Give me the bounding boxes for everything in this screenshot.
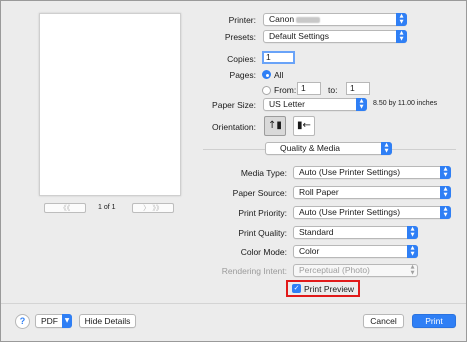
paper-source-label: Paper Source: [232,188,287,198]
print-button[interactable]: Print [412,314,456,328]
stepper-icon: ▲ ▼ [440,166,451,179]
paper-size-value: US Letter [269,99,305,109]
stepper-icon: ▲ ▼ [396,30,407,43]
printer-value: Canon [269,14,295,24]
stepper-icon: ▲ ▼ [407,245,418,258]
orientation-landscape-button[interactable]: ▮← [293,116,315,136]
pages-label: Pages: [229,70,256,80]
footer-divider [1,303,466,304]
next-page-button[interactable]: 〉 》》 [132,203,174,213]
media-type-select[interactable]: Auto (Use Printer Settings) ▲ ▼ [293,166,451,179]
presets-label: Presets: [224,32,256,42]
paper-source-select[interactable]: Roll Paper ▲ ▼ [293,186,451,199]
presets-value: Default Settings [269,31,330,41]
color-mode-value: Color [299,246,320,256]
print-quality-label: Print Quality: [238,228,287,238]
paper-source-value: Roll Paper [299,187,339,197]
printer-model-redacted [296,16,321,23]
rendering-intent-label: Rendering Intent: [221,266,287,276]
next-page-icon: 〉 [143,204,151,212]
print-dialog: 《《 1 of 1 〉 》》 Printer: Canon ▲ ▼ Presets… [0,0,467,342]
copies-label: Copies: [227,54,256,64]
media-type-value: Auto (Use Printer Settings) [299,167,401,177]
stepper-icon: ▲ ▼ [410,264,415,276]
color-mode-select[interactable]: Color ▲ ▼ [293,245,418,258]
stepper-icon: ▲ ▼ [407,226,418,239]
page-count: 1 of 1 [98,204,116,211]
pages-to-label: to: [328,85,338,95]
print-quality-select[interactable]: Standard ▲ ▼ [293,226,418,239]
page-preview [39,13,181,196]
media-type-label: Media Type: [240,168,287,178]
orientation-label: Orientation: [212,122,256,132]
pages-from-input[interactable]: 1 [297,82,321,95]
help-button[interactable]: ? [15,314,30,329]
paper-size-select[interactable]: US Letter ▲ ▼ [263,98,367,111]
stepper-icon: ▲ ▼ [440,186,451,199]
print-priority-label: Print Priority: [238,208,287,218]
first-page-icon: 《《 [59,204,71,212]
print-quality-value: Standard [299,227,334,237]
section-value: Quality & Media [280,143,340,153]
print-preview-checkbox[interactable]: ✓ [292,284,301,293]
printer-select[interactable]: Canon ▲ ▼ [263,13,407,26]
stepper-icon: ▲ ▼ [356,98,367,111]
rendering-intent-select: Perceptual (Photo) ▲ ▼ [293,264,418,277]
pages-all-radio[interactable] [262,70,271,79]
first-page-button[interactable]: 《《 [44,203,86,213]
print-priority-value: Auto (Use Printer Settings) [299,207,401,217]
section-select[interactable]: Quality & Media ▲ ▼ [265,142,392,155]
stepper-icon: ▲ ▼ [381,142,392,155]
pdf-label: PDF [41,316,58,326]
portrait-icon: ↑▮ [268,120,282,131]
print-priority-select[interactable]: Auto (Use Printer Settings) ▲ ▼ [293,206,451,219]
print-preview-label: Print Preview [304,284,355,294]
pages-from-label: From: [274,85,297,95]
paper-dimensions: 8.50 by 11.00 inches [373,100,438,107]
pdf-menu-button[interactable]: PDF ▼ [35,314,72,328]
pages-to-input[interactable]: 1 [346,82,370,95]
pages-range-radio[interactable] [262,86,271,95]
checkmark-icon: ✓ [293,284,300,292]
stepper-icon: ▲ ▼ [440,206,451,219]
hide-details-button[interactable]: Hide Details [79,314,136,328]
stepper-icon: ▲ ▼ [396,13,407,26]
chevron-down-icon: ▼ [62,314,72,328]
copies-input[interactable]: 1 [262,51,295,64]
printer-label: Printer: [228,15,256,25]
cancel-button[interactable]: Cancel [363,314,404,328]
presets-select[interactable]: Default Settings ▲ ▼ [263,30,407,43]
paper-size-label: Paper Size: [212,100,256,110]
help-icon: ? [19,316,26,326]
landscape-icon: ▮← [297,120,311,131]
color-mode-label: Color Mode: [240,247,287,257]
pages-all-label: All [274,70,284,80]
orientation-portrait-button[interactable]: ↑▮ [264,116,286,136]
last-page-icon: 》》 [152,204,163,212]
rendering-intent-value: Perceptual (Photo) [299,265,370,275]
